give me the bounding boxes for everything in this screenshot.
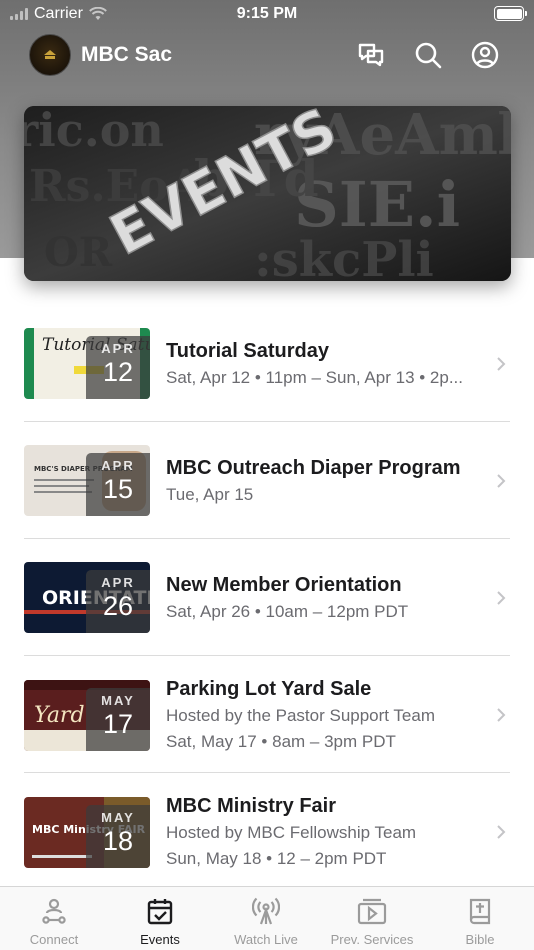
event-schedule: Tue, Apr 15 — [166, 485, 254, 504]
chevron-right-icon — [497, 591, 506, 605]
chevron-right-icon — [497, 825, 506, 839]
tab-bar: Connect Events Watch Live Prev. Services… — [0, 886, 534, 950]
svg-text:ric.on: ric.on — [24, 106, 164, 157]
event-host: Hosted by MBC Fellowship Team — [166, 823, 417, 842]
chevron-right-icon — [497, 708, 506, 722]
event-title: MBC Ministry Fair — [166, 795, 337, 817]
event-row-new-member-orientation[interactable]: ORIENTATION APR 26 New Member Orientatio… — [24, 539, 510, 656]
svg-text:OR: OR — [44, 229, 113, 276]
broadcast-icon — [213, 895, 319, 927]
event-schedule: Sat, Apr 12 • 11pm – Sun, Apr 13 • 2p... — [166, 368, 463, 387]
event-date-badge: APR 15 — [86, 453, 150, 516]
app-header: MBC Sac — [0, 30, 534, 80]
tab-events[interactable]: Events — [107, 895, 213, 947]
svg-text:Yard: Yard — [34, 703, 85, 728]
tab-connect[interactable]: Connect — [1, 895, 107, 947]
event-row-tutorial-saturday[interactable]: Tutorial Saturday APR 12 Tutorial Saturd… — [24, 305, 510, 422]
chat-icon[interactable] — [356, 40, 386, 70]
events-banner-image: ric.on ryAeAmbi Rs.EoA SIE.i OR :skcPli … — [24, 106, 511, 281]
event-thumbnail: ORIENTATION APR 26 — [24, 562, 150, 633]
event-thumbnail: MBC Ministry FAIR MAY 18 — [24, 797, 150, 868]
event-date-badge: MAY 17 — [86, 688, 150, 751]
tab-watch-live[interactable]: Watch Live — [213, 895, 319, 947]
chevron-right-icon — [497, 474, 506, 488]
svg-text::skcPli: :skcPli — [254, 232, 434, 281]
church-logo[interactable] — [29, 34, 71, 76]
event-date-badge: APR 26 — [86, 570, 150, 633]
event-title: Parking Lot Yard Sale — [166, 678, 372, 700]
event-title: New Member Orientation — [166, 574, 402, 596]
app-title: MBC Sac — [81, 43, 173, 66]
logo-mark-icon — [44, 50, 56, 59]
calendar-icon — [107, 895, 213, 927]
event-schedule: Sat, Apr 26 • 10am – 12pm PDT — [166, 602, 409, 621]
event-row-ministry-fair[interactable]: MBC Ministry FAIR MAY 18 MBC Ministry Fa… — [24, 773, 510, 890]
event-schedule: Sat, May 17 • 8am – 3pm PDT — [166, 732, 396, 751]
event-date-badge: MAY 18 — [86, 805, 150, 868]
status-bar: Carrier 9:15 PM — [0, 0, 534, 30]
event-row-diaper-program[interactable]: MBC'S DIAPER PROGRAM APR 15 MBC Outreach… — [24, 422, 510, 539]
event-schedule: Sun, May 18 • 12 – 2pm PDT — [166, 849, 387, 868]
event-host: Hosted by the Pastor Support Team — [166, 706, 436, 725]
battery-icon — [494, 6, 527, 21]
event-date-badge: APR 12 — [86, 336, 150, 399]
bible-icon — [427, 895, 533, 927]
connect-icon — [1, 895, 107, 927]
svg-text:SIE.i: SIE.i — [294, 168, 460, 241]
video-icon — [319, 895, 425, 927]
tab-bible[interactable]: Bible — [427, 895, 533, 947]
event-thumbnail: Yard MAY 17 — [24, 680, 150, 751]
chevron-right-icon — [497, 357, 506, 371]
event-title: Tutorial Saturday — [166, 340, 329, 362]
event-row-parking-lot-yard-sale[interactable]: Yard MAY 17 Parking Lot Yard Sale Hosted… — [24, 656, 510, 773]
tab-prev-services[interactable]: Prev. Services — [319, 895, 425, 947]
event-thumbnail: MBC'S DIAPER PROGRAM APR 15 — [24, 445, 150, 516]
event-title: MBC Outreach Diaper Program — [166, 457, 461, 479]
profile-icon[interactable] — [470, 40, 500, 70]
events-banner: ric.on ryAeAmbi Rs.EoA SIE.i OR :skcPli … — [24, 106, 511, 281]
search-icon[interactable] — [413, 40, 443, 70]
event-thumbnail: Tutorial Saturday APR 12 — [24, 328, 150, 399]
clock: 9:15 PM — [236, 5, 298, 22]
